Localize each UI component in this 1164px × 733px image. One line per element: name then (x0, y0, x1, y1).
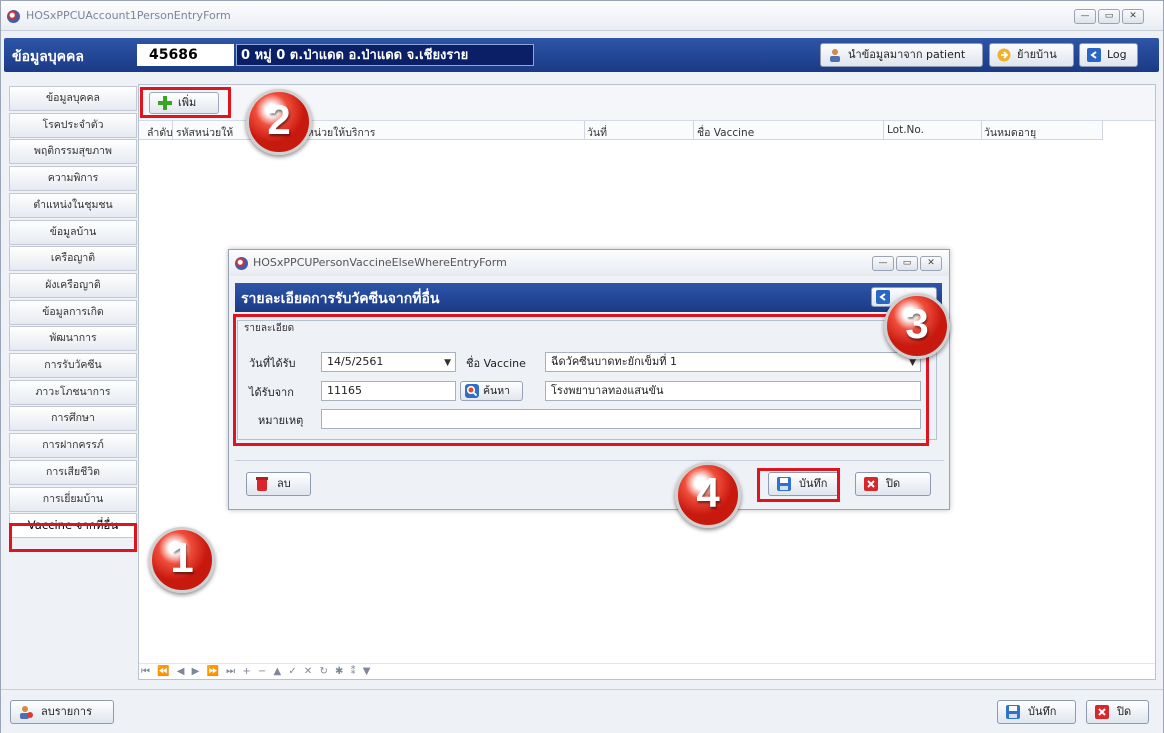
column-separator[interactable] (1102, 121, 1103, 140)
address-field[interactable]: 0 หมู่ 0 ต.ป่าแดด อ.ป่าแดด จ.เชียงราย (236, 44, 534, 66)
dialog-app-icon (235, 257, 248, 270)
main-save-label: บันทึก (1028, 705, 1057, 718)
sidebar-item-10[interactable]: การรับวัคซีน (9, 353, 137, 378)
highlight-add-button (140, 87, 231, 118)
log-button[interactable]: Log (1079, 43, 1138, 67)
sidebar-item-7[interactable]: ผังเครือญาติ (9, 272, 137, 298)
close-window-button[interactable]: ✕ (1122, 9, 1144, 24)
sidebar-item-9[interactable]: พัฒนาการ (9, 326, 137, 352)
trash-icon (256, 477, 268, 491)
dialog-close-button[interactable]: ✕ (920, 256, 942, 271)
sidebar-item-13[interactable]: การฝากครรภ์ (9, 433, 137, 459)
move-arrow-icon (997, 48, 1011, 62)
title-bar: HOSxPPCUAccount1PersonEntryForm — ▭ ✕ (1, 1, 1163, 31)
main-save-button[interactable]: บันทึก (997, 700, 1076, 724)
sidebar-item-15[interactable]: การเยี่ยมบ้าน (9, 486, 137, 512)
clear-records-label: ลบรายการ (41, 705, 92, 718)
import-from-patient-button[interactable]: นำข้อมูลมาจาก patient (820, 43, 983, 67)
step-badge-4: 4 (675, 462, 741, 528)
sidebar-item-11[interactable]: ภาวะโภชนาการ (9, 379, 137, 405)
log-exit-icon (1087, 48, 1101, 62)
import-button-label: นำข้อมูลมาจาก patient (848, 48, 966, 61)
main-close-button[interactable]: ปิด (1086, 700, 1149, 724)
close-x-icon (1095, 705, 1109, 719)
column-header-3[interactable]: วันที่ (587, 124, 607, 141)
person-icon (830, 49, 840, 62)
header-label: ข้อมูลบุคคล (12, 49, 84, 65)
bottom-bar: ลบรายการ บันทึก ปิด (1, 689, 1163, 733)
dialog-title: HOSxPPCUPersonVaccineElseWhereEntryForm (253, 256, 507, 269)
app-icon (7, 10, 20, 23)
clear-person-icon (20, 706, 33, 719)
sidebar-item-6[interactable]: เครือญาติ (9, 246, 137, 272)
exit-icon (876, 290, 890, 304)
sidebar-item-5[interactable]: ข้อมูลบ้าน (9, 219, 137, 245)
step-badge-1: 1 (149, 527, 215, 593)
highlight-save-button (757, 468, 840, 502)
sidebar-item-1[interactable]: โรคประจำตัว (9, 112, 137, 138)
column-header-4[interactable]: ชื่อ Vaccine (697, 124, 754, 141)
sidebar-item-4[interactable]: ตำแหน่งในชุมชน (9, 192, 137, 218)
person-id-field[interactable]: 45686 (137, 44, 234, 66)
sidebar-item-2[interactable]: พฤติกรรมสุขภาพ (9, 139, 137, 165)
column-header-5[interactable]: Lot.No. (887, 124, 924, 136)
dialog-minimize-button[interactable]: — (872, 256, 894, 271)
step-badge-2: 2 (246, 89, 312, 155)
dialog-heading: รายละเอียดการรับวัคซีนจากที่อื่น (241, 291, 440, 307)
clear-records-button[interactable]: ลบรายการ (10, 700, 114, 724)
dialog-close-action-button[interactable]: ปิด (855, 472, 931, 496)
dialog-delete-button[interactable]: ลบ (246, 472, 311, 496)
move-button-label: ย้ายบ้าน (1017, 48, 1057, 61)
dialog-delete-label: ลบ (277, 477, 291, 490)
dialog-title-bar: HOSxPPCUPersonVaccineElseWhereEntryForm … (229, 250, 949, 276)
column-separator[interactable] (584, 121, 585, 140)
column-header-6[interactable]: วันหมดอายุ (984, 124, 1036, 141)
minimize-button[interactable]: — (1074, 9, 1096, 24)
column-header-2[interactable]: หน่วยให้บริการ (307, 124, 375, 141)
column-separator[interactable] (693, 121, 694, 140)
main-window: HOSxPPCUAccount1PersonEntryForm — ▭ ✕ ข้… (0, 0, 1164, 733)
close-x-icon (864, 477, 878, 491)
column-separator[interactable] (883, 121, 884, 140)
step-badge-3: 3 (884, 293, 950, 359)
window-title: HOSxPPCUAccount1PersonEntryForm (26, 9, 231, 22)
sidebar-item-0[interactable]: ข้อมูลบุคคล (9, 86, 137, 111)
maximize-button[interactable]: ▭ (1098, 9, 1120, 24)
person-header: ข้อมูลบุคคล 45686 0 หมู่ 0 ต.ป่าแดด อ.ป่… (4, 38, 1159, 72)
main-close-label: ปิด (1117, 705, 1132, 718)
dialog-close-label: ปิด (886, 477, 901, 490)
grid-navigator[interactable]: ⏮ ⏪ ◀ ▶ ⏩ ⏭ + − ▲ ✓ ✕ ↻ ✱ ⁑ ▼ (139, 663, 1155, 679)
sidebar-item-14[interactable]: การเสียชีวิต (9, 459, 137, 485)
sidebar-item-12[interactable]: การศึกษา (9, 406, 137, 432)
dialog-maximize-button[interactable]: ▭ (896, 256, 918, 271)
dialog-header: รายละเอียดการรับวัคซีนจากที่อื่น (235, 283, 942, 312)
move-house-button[interactable]: ย้ายบ้าน (989, 43, 1074, 67)
column-separator[interactable] (981, 121, 982, 140)
sidebar-item-3[interactable]: ความพิการ (9, 166, 137, 192)
log-button-label: Log (1107, 48, 1127, 61)
column-header-0[interactable]: ลำดับ (147, 124, 173, 141)
save-disk-icon (1006, 705, 1020, 719)
highlight-vaccine-elsewhere (9, 523, 137, 552)
sidebar-item-8[interactable]: ข้อมูลการเกิด (9, 299, 137, 325)
highlight-detail-group (233, 314, 929, 446)
column-header-1[interactable]: รหัสหน่วยให้ (176, 124, 233, 141)
